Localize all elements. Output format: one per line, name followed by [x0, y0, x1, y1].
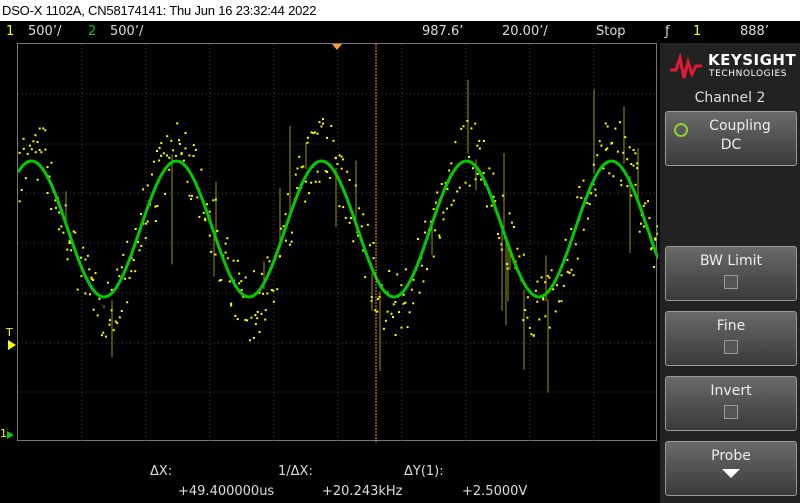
- coupling-label: Coupling: [709, 118, 771, 134]
- inv-delta-x-value: +20.243kHz: [322, 484, 403, 499]
- invert-softkey[interactable]: Invert: [665, 376, 797, 431]
- invert-label: Invert: [710, 383, 752, 399]
- ch2-scale[interactable]: 500’/: [110, 21, 143, 43]
- trigger-channel[interactable]: 1: [693, 21, 701, 43]
- fine-softkey[interactable]: Fine: [665, 311, 797, 366]
- coupling-value: DC: [720, 137, 742, 153]
- fine-checkbox[interactable]: [724, 340, 738, 354]
- trigger-level[interactable]: 888’: [740, 21, 769, 43]
- probe-label: Probe: [711, 448, 751, 464]
- delta-x-label: ΔX:: [150, 464, 173, 479]
- ch1-ground-marker: 1: [0, 427, 7, 440]
- delta-y-value: +2.5000V: [462, 484, 528, 499]
- ch1-scale[interactable]: 500’/: [28, 21, 61, 43]
- keysight-wave-icon: [670, 52, 702, 79]
- measurement-bar: ΔX: +49.400000us 1/ΔX: +20.243kHz ΔY(1):…: [0, 458, 660, 503]
- delta-y-label: ΔY(1):: [404, 464, 444, 479]
- window-title: DSO-X 1102A, CN58174141: Thu Jun 16 23:3…: [0, 0, 800, 21]
- brand-subtitle: TECHNOLOGIES: [709, 69, 788, 79]
- ch1-number[interactable]: 1: [6, 21, 14, 43]
- run-state: Stop: [596, 24, 626, 39]
- inv-delta-x-label: 1/ΔX:: [278, 464, 313, 479]
- trigger-level-marker: T: [6, 326, 13, 339]
- brand-name: KEYSIGHT: [708, 51, 797, 69]
- status-bar: 1 500’/ 2 500’/ 987.6’ 20.00’/ Stop ƒ 1 …: [0, 21, 800, 43]
- trigger-level-arrow: [8, 340, 16, 350]
- bw-limit-checkbox[interactable]: [724, 275, 738, 289]
- graticule: [18, 44, 658, 442]
- waveform-plot: [18, 44, 658, 442]
- invert-checkbox[interactable]: [724, 405, 738, 419]
- trigger-icon: ƒ: [665, 24, 670, 39]
- trigger-position-marker: [332, 44, 342, 50]
- time-scale[interactable]: 20.00’/: [502, 21, 548, 43]
- time-position[interactable]: 987.6’: [422, 21, 463, 43]
- bw-limit-label: BW Limit: [699, 253, 763, 269]
- keysight-logo: KEYSIGHT TECHNOLOGIES: [668, 49, 796, 83]
- ch2-number[interactable]: 2: [88, 21, 96, 43]
- cycle-icon: [674, 123, 688, 137]
- ch2-ground-marker: [7, 431, 14, 439]
- probe-softkey[interactable]: Probe: [665, 441, 797, 496]
- title-text: DSO-X 1102A, CN58174141: Thu Jun 16 23:3…: [2, 3, 317, 18]
- waveform-display[interactable]: [17, 43, 658, 442]
- softkey-panel: KEYSIGHT TECHNOLOGIES Channel 2 Coupling…: [660, 43, 800, 503]
- channel-menu-title: Channel 2: [694, 90, 766, 106]
- delta-x-value: +49.400000us: [178, 484, 275, 499]
- fine-label: Fine: [716, 318, 746, 334]
- coupling-softkey[interactable]: Coupling DC: [665, 111, 797, 166]
- down-arrow-icon: [722, 469, 740, 478]
- bw-limit-softkey[interactable]: BW Limit: [665, 246, 797, 301]
